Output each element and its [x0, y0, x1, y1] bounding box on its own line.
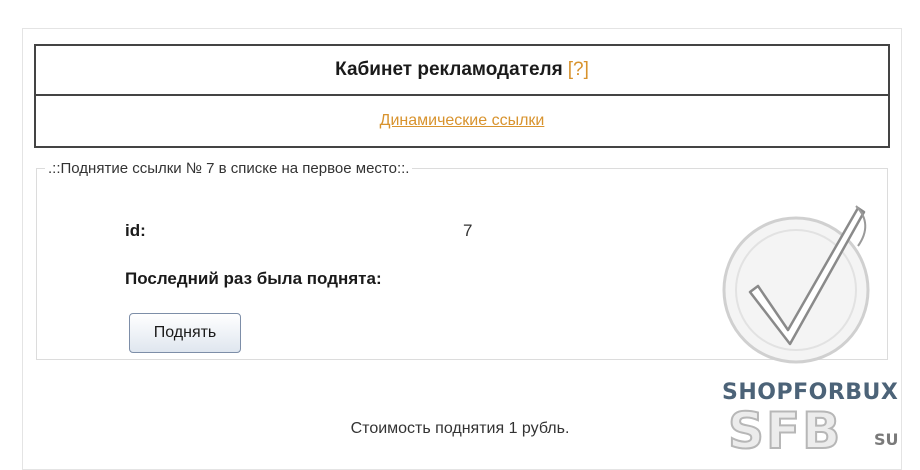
- watermark-tld: SU: [874, 430, 899, 449]
- watermark-logo-text: SFB: [727, 401, 843, 461]
- last-lifted-label: Последний раз была поднята:: [125, 269, 382, 288]
- header-box: Кабинет рекламодателя [?] Динамические с…: [34, 44, 890, 148]
- page-title: Кабинет рекламодателя: [335, 59, 563, 80]
- lift-button[interactable]: Поднять: [129, 313, 241, 353]
- id-value: 7: [463, 221, 473, 240]
- dynamic-links-link[interactable]: Динамические ссылки: [380, 112, 545, 130]
- id-label: id:: [125, 221, 146, 240]
- help-link[interactable]: [?]: [568, 59, 589, 81]
- page-title-row: Кабинет рекламодателя [?]: [36, 46, 888, 94]
- nav-row: Динамические ссылки: [36, 96, 888, 146]
- lift-link-legend: .::Поднятие ссылки № 7 в списке на перво…: [48, 160, 410, 177]
